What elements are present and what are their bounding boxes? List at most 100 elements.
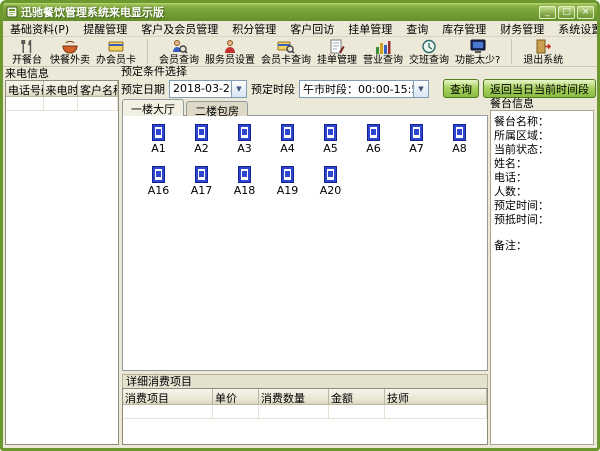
remark-label: 备注： [494, 239, 590, 253]
close-button[interactable]: × [577, 6, 594, 19]
info-field-label: 电话： [494, 171, 590, 185]
dining-table-item[interactable]: A19 [266, 166, 309, 197]
business-query-button[interactable]: 营业查询 [360, 37, 406, 66]
return-current-period-button[interactable]: 返回当日当前时间段 [483, 79, 596, 98]
menu-item[interactable]: 系统设置 [551, 21, 600, 37]
dining-table-item[interactable]: A20 [309, 166, 352, 197]
pending-orders-button[interactable]: 挂单管理 [314, 37, 360, 66]
menu-bar: 基础资料(P)提醒管理客户及会员管理积分管理客户回访挂单管理查询库存管理财务管理… [3, 21, 597, 37]
menu-item[interactable]: 客户及会员管理 [134, 21, 225, 37]
tab-second-floor-rooms[interactable]: 二楼包房 [186, 101, 248, 116]
empty-cell [385, 405, 487, 419]
waiter-settings-button[interactable]: 服务员设置 [202, 37, 258, 66]
caller-info-panel: 来电信息 电话号码 来电时间 客户名称 [5, 67, 119, 445]
member-card-button[interactable]: 办会员卡 [93, 37, 139, 66]
empty-cell [329, 405, 385, 419]
dining-table-label: A3 [237, 142, 252, 155]
toolbar-label: 交班查询 [409, 55, 449, 66]
toolbar-label: 退出系统 [523, 55, 563, 66]
card-query-button[interactable]: 会员卡查询 [258, 37, 314, 66]
menu-item[interactable]: 积分管理 [225, 21, 283, 37]
info-field-label: 餐台名称： [494, 115, 590, 129]
toolbar-label: 营业查询 [363, 55, 403, 66]
dining-table-item[interactable]: A18 [223, 166, 266, 197]
person-search-icon [170, 38, 188, 55]
empty-row [6, 97, 118, 111]
chevron-down-icon[interactable]: ▼ [231, 81, 246, 97]
empty-cell [123, 405, 213, 419]
period-select[interactable]: 午市时段：00:00-15:59 ▼ [299, 80, 429, 98]
dining-table-item[interactable]: A1 [137, 124, 180, 155]
more-features-button[interactable]: 功能太少? [452, 37, 503, 66]
card-search-icon [277, 38, 295, 55]
toolbar-separator [511, 39, 512, 64]
empty-cell [6, 97, 44, 111]
dining-table-label: A5 [323, 142, 338, 155]
waiter-icon [221, 38, 239, 55]
chevron-down-icon[interactable]: ▼ [413, 81, 428, 97]
date-picker[interactable]: 2018-03-23 ▼ [169, 80, 247, 98]
dining-table-item[interactable]: A6 [352, 124, 395, 155]
tab-first-floor-hall[interactable]: 一楼大厅 [122, 99, 184, 116]
consumption-detail-table[interactable]: 消费项目 单价 消费数量 金额 技师 [122, 388, 488, 445]
dining-table-item[interactable]: A4 [266, 124, 309, 155]
fork-knife-icon [18, 38, 36, 55]
table-info-fields: 餐台名称：所属区域：当前状态：姓名：电话：人数：预定时间：预抵时间： [494, 115, 590, 227]
dining-table-icon [152, 166, 165, 183]
title-bar[interactable]: 迅驰餐饮管理系统来电显示版 _ □ × [3, 3, 597, 21]
window-title: 迅驰餐饮管理系统来电显示版 [21, 4, 536, 20]
monitor-icon [469, 38, 487, 55]
clock-icon [420, 38, 438, 55]
date-label: 预定日期 [121, 81, 165, 97]
dining-table-icon [324, 166, 337, 183]
exit-system-button[interactable]: 退出系统 [520, 37, 566, 66]
document-pen-icon [328, 38, 346, 55]
dining-table-item[interactable]: A17 [180, 166, 223, 197]
menu-item[interactable]: 基础资料(P) [3, 21, 76, 37]
menu-item[interactable]: 库存管理 [435, 21, 493, 37]
menu-item[interactable]: 客户回访 [283, 21, 341, 37]
shift-query-button[interactable]: 交班查询 [406, 37, 452, 66]
menu-item[interactable]: 查询 [399, 21, 435, 37]
dining-table-label: A6 [366, 142, 381, 155]
open-table-button[interactable]: 开餐台 [7, 37, 47, 66]
dining-table-item[interactable]: A5 [309, 124, 352, 155]
reservation-filter: 预定条件选择 预定日期 2018-03-23 ▼ 预定时段 午市时段：00:00… [121, 66, 594, 97]
caller-info-table[interactable]: 电话号码 来电时间 客户名称 [5, 80, 119, 445]
toolbar-separator [147, 39, 148, 64]
app-icon [6, 6, 18, 18]
dining-table-icon [324, 124, 337, 141]
maximize-button[interactable]: □ [558, 6, 575, 19]
column-header-customer-name: 客户名称 [78, 81, 118, 97]
query-button[interactable]: 查询 [443, 79, 479, 98]
info-field-label: 当前状态： [494, 143, 590, 157]
tables-area: A1 A2 A3 A4 A5 [122, 115, 488, 371]
table-info-box: 餐台名称：所属区域：当前状态：姓名：电话：人数：预定时间：预抵时间： 备注： [490, 110, 594, 445]
detail-table-header: 消费项目 单价 消费数量 金额 技师 [123, 389, 487, 405]
column-header-unit-price: 单价 [213, 389, 259, 405]
dining-table-label: A20 [320, 184, 342, 197]
toolbar-label: 会员查询 [159, 55, 199, 66]
toolbar-label: 开餐台 [12, 55, 42, 66]
bowl-icon [61, 38, 79, 55]
caller-info-title: 来电信息 [5, 67, 119, 80]
exit-door-icon [534, 38, 552, 55]
card-icon [107, 38, 125, 55]
tables-grid: A1 A2 A3 A4 A5 [123, 116, 487, 197]
dining-table-item[interactable]: A2 [180, 124, 223, 155]
dining-table-item[interactable]: A3 [223, 124, 266, 155]
dining-table-icon [281, 166, 294, 183]
minimize-button[interactable]: _ [539, 6, 556, 19]
dining-table-label: A16 [148, 184, 170, 197]
menu-item[interactable]: 财务管理 [493, 21, 551, 37]
dining-table-item[interactable]: A7 [395, 124, 438, 155]
dining-table-item[interactable]: A16 [137, 166, 180, 197]
consumption-detail-panel: 详细消费项目 消费项目 单价 消费数量 金额 技师 [122, 374, 488, 445]
fast-food-takeout-button[interactable]: 快餐外卖 [47, 37, 93, 66]
menu-item[interactable]: 挂单管理 [341, 21, 399, 37]
member-query-button[interactable]: 会员查询 [156, 37, 202, 66]
menu-item[interactable]: 提醒管理 [76, 21, 134, 37]
dining-table-icon [238, 124, 251, 141]
toolbar-label: 快餐外卖 [50, 55, 90, 66]
dining-table-item[interactable]: A8 [438, 124, 481, 155]
